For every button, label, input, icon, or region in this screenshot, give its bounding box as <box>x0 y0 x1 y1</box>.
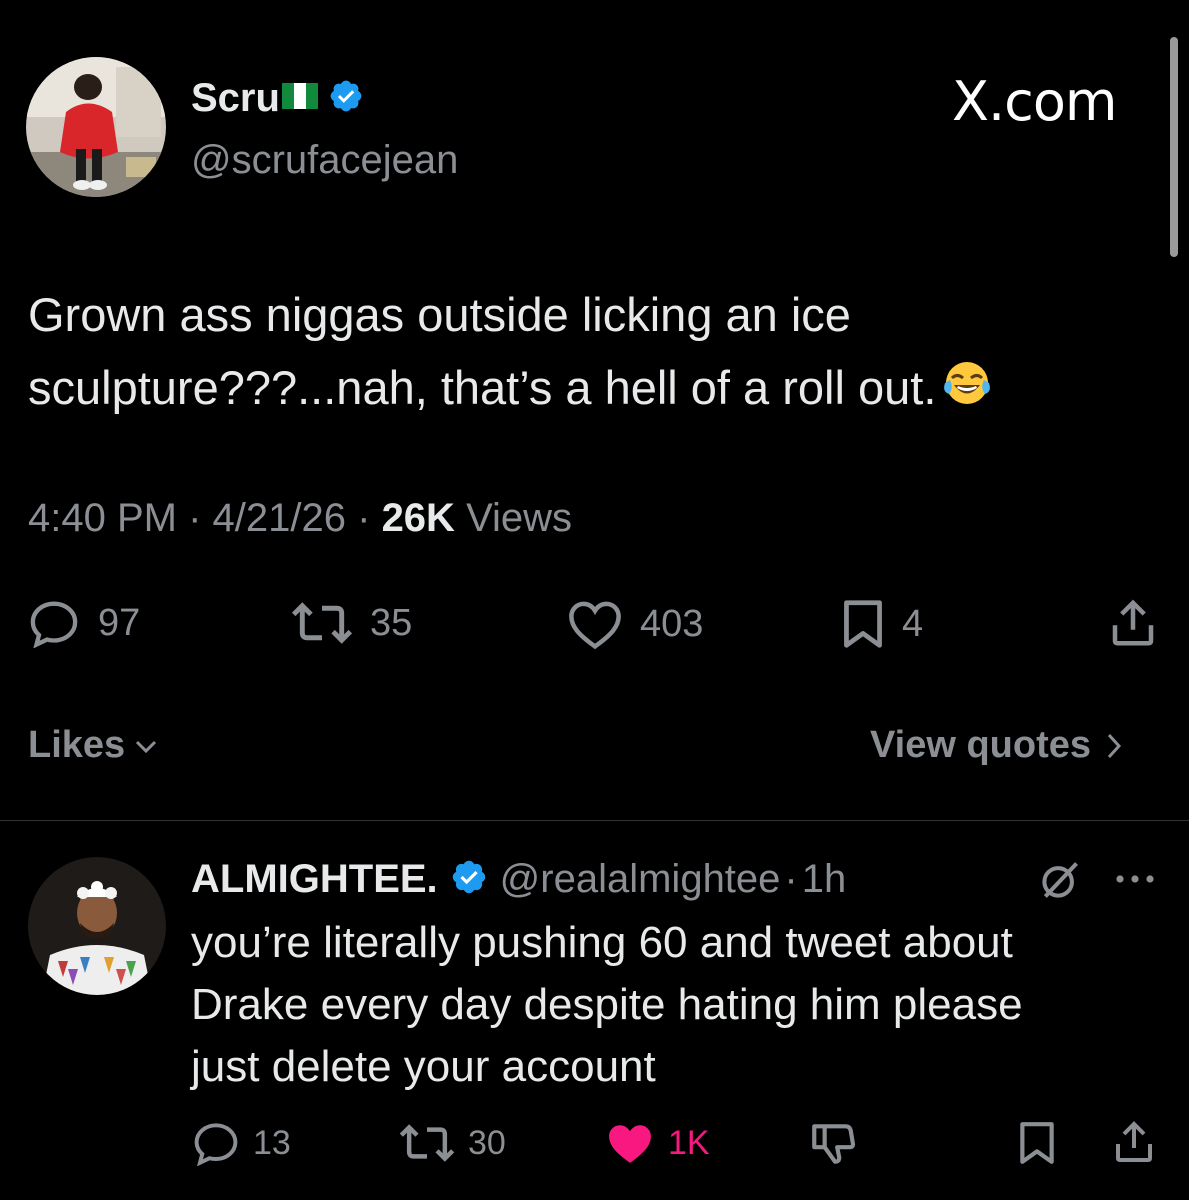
reply-text: you’re literally pushing 60 and tweet ab… <box>191 912 1151 1098</box>
reply-like-count: 1K <box>668 1123 710 1162</box>
reply-author-handle[interactable]: @realalmightee <box>500 857 781 902</box>
reply-count: 97 <box>98 601 141 644</box>
share-icon <box>1116 1121 1152 1162</box>
reply-bookmark-button[interactable] <box>1016 1120 1058 1166</box>
verified-badge-icon[interactable] <box>450 858 488 901</box>
nigeria-flag-icon <box>281 82 318 114</box>
bookmark-button[interactable]: 4 <box>840 598 923 650</box>
reply-reply-count: 13 <box>253 1123 291 1162</box>
reply-like-button[interactable]: 1K <box>604 1120 710 1166</box>
author-name-row[interactable]: Scru <box>191 74 364 122</box>
reply-repost-button[interactable]: 30 <box>398 1120 506 1166</box>
bookmark-icon <box>844 600 882 648</box>
reply-author-name[interactable]: ALMIGHTEE. <box>191 857 438 902</box>
view-quotes-link[interactable]: View quotes <box>870 724 1127 767</box>
share-button[interactable] <box>1106 596 1160 650</box>
reply-reply-button[interactable]: 13 <box>191 1120 291 1166</box>
tweet-time: 4:40 PM <box>28 496 177 540</box>
tweet-meta: 4:40 PM · 4/21/26 · 26K Views <box>28 496 572 541</box>
chevron-down-icon <box>136 740 157 753</box>
heart-icon <box>569 601 621 650</box>
heart-filled-icon <box>609 1125 651 1163</box>
author-handle[interactable]: @scrufacejean <box>191 138 458 183</box>
like-count: 403 <box>640 602 704 645</box>
downvote-button[interactable] <box>808 1118 858 1168</box>
meta-separator: · <box>784 856 798 901</box>
repost-button[interactable]: 35 <box>290 598 412 648</box>
tears-of-joy-emoji-icon <box>942 355 992 428</box>
reply-time[interactable]: 1h <box>802 857 847 902</box>
repost-icon <box>399 1124 455 1162</box>
scrollbar[interactable] <box>1170 37 1178 257</box>
reply-text-line-1: you’re literally pushing 60 and tweet ab… <box>191 918 1013 967</box>
bookmark-count: 4 <box>902 602 924 645</box>
share-icon <box>1112 599 1154 646</box>
verified-badge-icon[interactable] <box>328 78 364 119</box>
reply-button[interactable]: 97 <box>26 598 140 648</box>
reply-text-line-2: Drake every day despite hating him pleas… <box>191 980 1023 1029</box>
tweet-text-line-1: Grown ass niggas outside licking an ice <box>28 288 851 341</box>
more-options-icon[interactable] <box>1112 864 1158 899</box>
like-button[interactable]: 403 <box>566 598 703 650</box>
reply-repost-count: 30 <box>468 1123 506 1162</box>
bookmark-icon <box>1020 1122 1054 1164</box>
views-label[interactable]: Views <box>466 496 572 540</box>
author-display-name[interactable]: Scru <box>191 76 280 121</box>
thumbs-down-icon <box>812 1124 856 1164</box>
reply-header: ALMIGHTEE. @realalmightee · 1h <box>191 852 846 906</box>
tweet-text-line-2: sculpture???...nah, that’s a hell of a r… <box>28 361 937 414</box>
reply-share-button[interactable] <box>1110 1118 1158 1166</box>
likes-label: Likes <box>28 724 126 766</box>
meta-separator: · <box>357 496 382 540</box>
reply-text-line-3: just delete your account <box>191 1042 656 1091</box>
view-quotes-label: View quotes <box>870 724 1092 766</box>
reply-icon <box>30 601 78 648</box>
likes-dropdown[interactable]: Likes <box>28 724 161 767</box>
author-avatar[interactable] <box>26 57 166 197</box>
repost-count: 35 <box>370 601 413 644</box>
meta-separator: · <box>188 496 213 540</box>
tweet-text: Grown ass niggas outside licking an ice … <box>28 278 1148 428</box>
chevron-right-icon <box>1107 733 1122 758</box>
grok-icon[interactable] <box>1038 858 1082 907</box>
reply-author-avatar[interactable] <box>28 857 166 995</box>
divider <box>0 820 1189 821</box>
reply-icon <box>194 1123 238 1166</box>
x-com-logo: X.com <box>952 70 1117 133</box>
views-count: 26K <box>381 496 455 540</box>
tweet-date: 4/21/26 <box>212 496 346 540</box>
repost-icon <box>291 602 353 644</box>
